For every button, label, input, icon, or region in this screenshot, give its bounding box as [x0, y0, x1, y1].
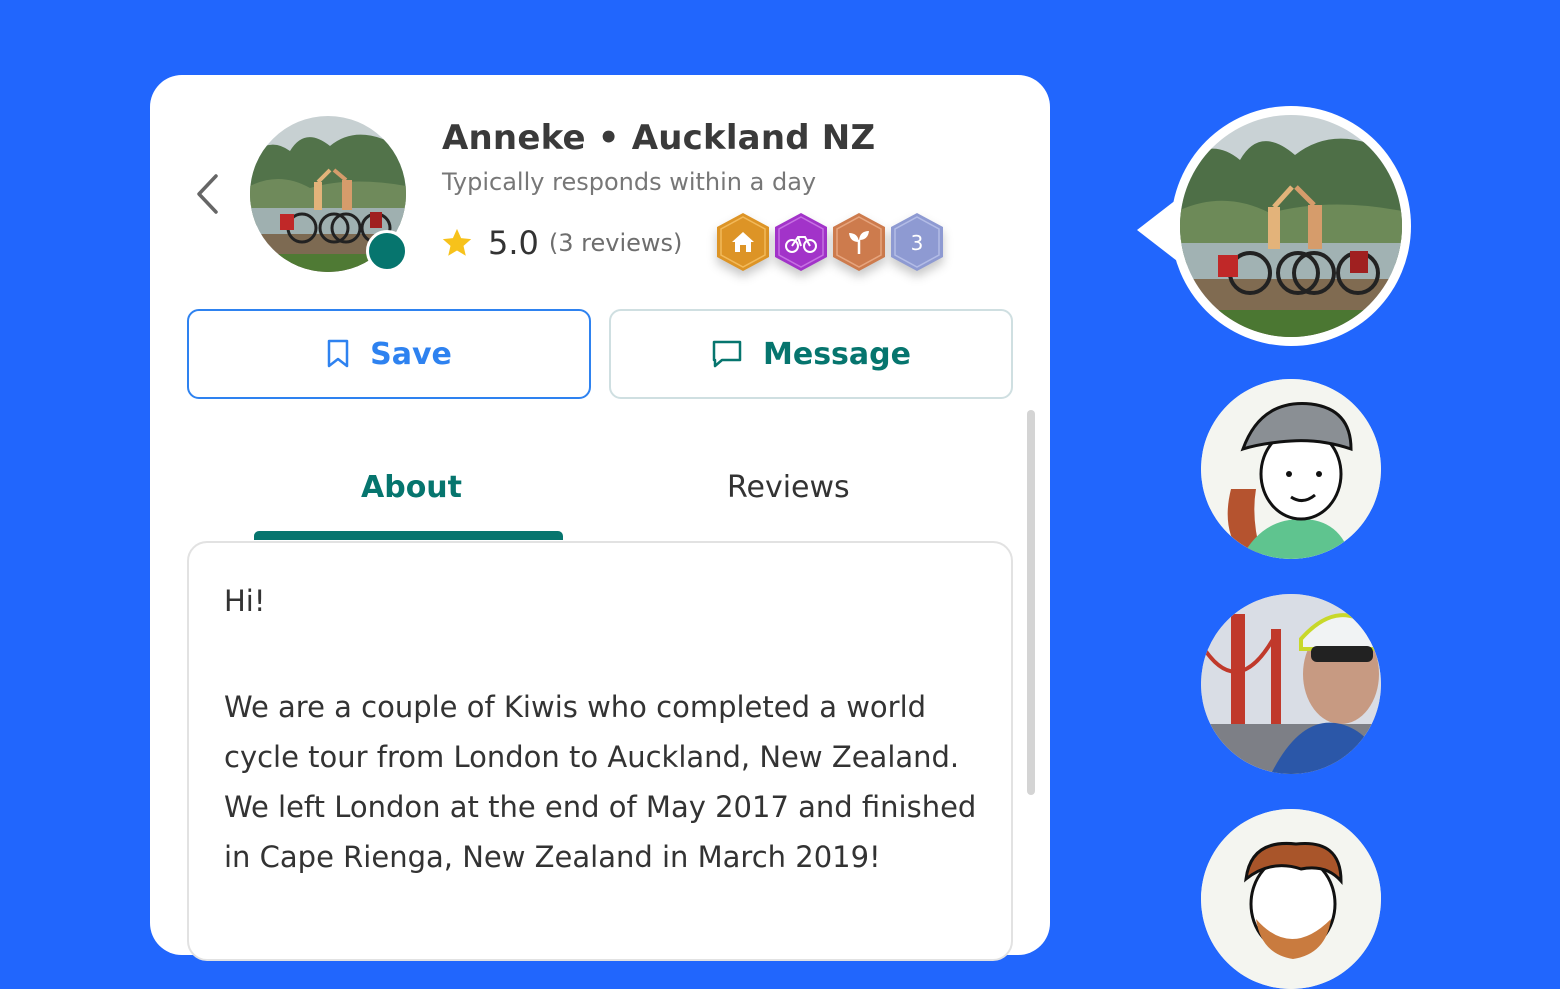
more-badges-count[interactable]: 3 — [890, 212, 944, 272]
sprout-badge-icon[interactable] — [832, 212, 886, 272]
review-count: (3 reviews) — [548, 229, 683, 257]
about-text: We are a couple of Kiwis who completed a… — [224, 690, 977, 874]
profile-name: Anneke • Auckland NZ — [442, 118, 876, 158]
host-avatar-golden-gate[interactable] — [1201, 594, 1381, 774]
star-icon — [440, 225, 476, 261]
badge-list: 3 — [716, 212, 944, 272]
response-time: Typically responds within a day — [442, 168, 817, 196]
highlighted-host-bubble — [1171, 106, 1411, 346]
online-status-dot — [366, 230, 408, 272]
scrollbar[interactable] — [1027, 410, 1035, 795]
more-badges-label: 3 — [911, 231, 924, 255]
bookmark-icon — [327, 339, 349, 368]
active-tab-indicator — [254, 531, 563, 540]
message-button[interactable]: Message — [609, 309, 1013, 399]
save-button-label: Save — [370, 336, 452, 372]
highlighted-host-avatar[interactable] — [1180, 115, 1402, 337]
rating-row: 5.0 (3 reviews) — [440, 222, 682, 264]
tab-reviews[interactable]: Reviews — [727, 470, 850, 505]
rating-score: 5.0 — [488, 224, 539, 262]
about-greeting: Hi! — [224, 584, 266, 618]
house-badge-icon[interactable] — [716, 212, 770, 272]
back-button[interactable] — [188, 170, 228, 218]
save-button[interactable]: Save — [187, 309, 591, 399]
message-button-label: Message — [763, 336, 911, 372]
host-avatar-bearded-man[interactable] — [1201, 809, 1381, 989]
host-avatar-cyclist-woman[interactable] — [1201, 379, 1381, 559]
chat-bubble-icon — [712, 340, 742, 368]
tab-about[interactable]: About — [361, 470, 462, 505]
chevron-left-icon — [197, 174, 218, 214]
bicycle-badge-icon[interactable] — [774, 212, 828, 272]
